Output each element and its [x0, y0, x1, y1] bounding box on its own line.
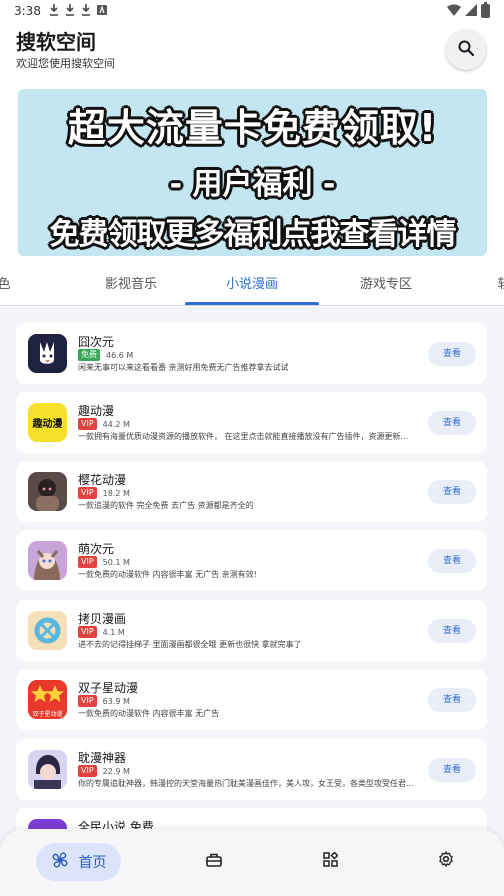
briefcase-icon — [206, 852, 222, 871]
app-size: 46.6 M — [106, 350, 134, 360]
app-icon-jiongciyuan — [28, 334, 67, 373]
vip-badge: VIP — [78, 765, 97, 777]
promo-banner[interactable]: 超大流量卡免费领取! - 用户福利 - 免费领取更多福利点我查看详情 — [18, 89, 487, 256]
app-meta: VIP 63.9 M — [78, 695, 130, 707]
category-tabs: 色 影视音乐 小说漫画 游戏专区 软 — [0, 266, 504, 306]
app-subtitle: 欢迎您使用搜软空间 — [16, 57, 115, 70]
list-item[interactable]: 趣动漫 趣动漫 VIP 44.2 M 一款拥有海量优质动漫资源的播放软件， 在这… — [16, 392, 487, 453]
tab-partial-right[interactable]: 软 — [494, 266, 504, 305]
nav-toolbox[interactable] — [204, 851, 224, 871]
list-item[interactable]: 樱花动漫 VIP 18.2 M 一款追漫的软件 完全免费 去广告 资源都是齐全的… — [16, 461, 487, 522]
app-name: 樱花动漫 — [78, 473, 127, 487]
app-description: 一款免费的动漫软件 内容很丰富 无广告 亲测有效! — [78, 570, 257, 579]
app-title: 搜软空间 — [16, 30, 96, 54]
app-size: 22.9 M — [102, 766, 130, 776]
view-button[interactable]: 查看 — [428, 480, 476, 504]
status-time: 3:38 — [14, 4, 41, 18]
app-header: 搜软空间 欢迎您使用搜软空间 — [16, 28, 488, 78]
download-icon — [65, 3, 75, 19]
apps-grid-icon — [322, 850, 339, 871]
app-notification-icon — [96, 4, 107, 18]
view-button[interactable]: 查看 — [428, 688, 476, 712]
list-item[interactable]: 囧次元 免费 46.6 M 闲来无事可以来这看看番 亲测好用免费无广告推荐拿去试… — [16, 323, 487, 384]
app-description: 你的专属追耽神器，韩漫控的天堂海量热门耽美漫画佳作，美人攻，女王受，各类型攻受任… — [78, 779, 414, 788]
app-meta: VIP 44.2 M — [78, 418, 130, 430]
signal-icon — [465, 3, 477, 19]
vip-badge: VIP — [78, 418, 97, 430]
app-size: 18.2 M — [102, 488, 130, 498]
vip-badge: VIP — [78, 487, 97, 499]
view-button[interactable]: 查看 — [428, 619, 476, 643]
app-size: 63.9 M — [102, 696, 130, 706]
app-description: 一款免费的动漫软件 内容很丰富 无广告 — [78, 709, 220, 718]
view-button[interactable]: 查看 — [428, 411, 476, 435]
app-name: 萌次元 — [78, 542, 115, 556]
vip-badge: VIP — [78, 695, 97, 707]
settings-icon — [438, 850, 454, 871]
app-size: 50.1 M — [102, 557, 130, 567]
search-icon — [458, 40, 475, 60]
banner-cta-text: 免费领取更多福利点我查看详情 — [49, 217, 457, 252]
download-icon — [81, 3, 91, 19]
tab-indicator — [185, 302, 319, 305]
app-description: 进不去的记得挂梯子 里面漫画都很全哦 更新也很快 拿就完事了 — [78, 640, 302, 649]
app-description: 一款拥有海量优质动漫资源的播放软件， 在这里点击就能直接播放没有广告插件，资源更… — [78, 432, 409, 441]
list-item[interactable]: 拷贝漫画 VIP 4.1 M 进不去的记得挂梯子 里面漫画都很全哦 更新也很快 … — [16, 600, 487, 661]
app-icon-shuangzixing: 双子星动漫 — [28, 680, 67, 719]
wifi-icon — [447, 3, 461, 19]
app-description: 闲来无事可以来这看看番 亲测好用免费无广告推荐拿去试试 — [78, 363, 289, 372]
search-button[interactable] — [446, 30, 486, 70]
view-button[interactable]: 查看 — [428, 758, 476, 782]
nav-home[interactable]: 首页 — [36, 843, 121, 881]
app-icon-mengciyuan — [28, 541, 67, 580]
app-meta: VIP 18.2 M — [78, 487, 130, 499]
tab-games[interactable]: 游戏专区 — [334, 266, 438, 305]
app-name: 拷贝漫画 — [78, 612, 127, 626]
app-icon-danmanshenqi — [28, 750, 67, 789]
vip-badge: VIP — [78, 556, 97, 568]
tab-partial-left[interactable]: 色 — [0, 266, 14, 305]
app-description: 一款追漫的软件 完全免费 去广告 资源都是齐全的 — [78, 501, 254, 510]
battery-icon — [481, 2, 490, 18]
app-meta: VIP 4.1 M — [78, 626, 125, 638]
list-item[interactable]: 耽漫神器 VIP 22.9 M 你的专属追耽神器，韩漫控的天堂海量热门耽美漫画佳… — [16, 739, 487, 800]
nav-settings[interactable] — [436, 850, 456, 871]
app-size: 4.1 M — [102, 627, 125, 637]
download-icon — [49, 3, 59, 19]
app-name: 囧次元 — [78, 335, 115, 349]
nav-home-label: 首页 — [78, 855, 107, 871]
tab-video-music[interactable]: 影视音乐 — [78, 266, 184, 305]
app-icon-kaobeimanhua — [28, 611, 67, 650]
view-button[interactable]: 查看 — [428, 342, 476, 366]
bottom-navigation: 首页 — [0, 829, 504, 896]
vip-badge: VIP — [78, 626, 97, 638]
status-bar: 3:38 — [0, 0, 504, 22]
free-badge: 免费 — [78, 349, 100, 361]
banner-headline: 超大流量卡免费领取! — [67, 106, 438, 150]
fan-icon — [51, 851, 69, 873]
app-meta: VIP 22.9 M — [78, 765, 130, 777]
app-name: 耽漫神器 — [78, 751, 127, 765]
app-size: 44.2 M — [102, 419, 130, 429]
list-item[interactable]: 萌次元 VIP 50.1 M 一款免费的动漫软件 内容很丰富 无广告 亲测有效!… — [16, 530, 487, 591]
app-meta: 免费 46.6 M — [78, 349, 133, 361]
nav-apps[interactable] — [320, 850, 340, 871]
app-meta: VIP 50.1 M — [78, 556, 130, 568]
tab-novel-comic[interactable]: 小说漫画 — [185, 266, 319, 305]
app-name: 趣动漫 — [78, 404, 115, 418]
banner-subheadline: - 用户福利 - — [169, 167, 336, 202]
app-icon-yinghuadongman — [28, 472, 67, 511]
app-icon-qudongman: 趣动漫 — [28, 403, 67, 442]
view-button[interactable]: 查看 — [428, 549, 476, 573]
app-name: 双子星动漫 — [78, 681, 139, 695]
app-icon-text: 趣动漫 — [32, 419, 63, 430]
list-item[interactable]: 双子星动漫 双子星动漫 VIP 63.9 M 一款免费的动漫软件 内容很丰富 无… — [16, 669, 487, 730]
app-icon-text: 双子星动漫 — [32, 711, 63, 718]
